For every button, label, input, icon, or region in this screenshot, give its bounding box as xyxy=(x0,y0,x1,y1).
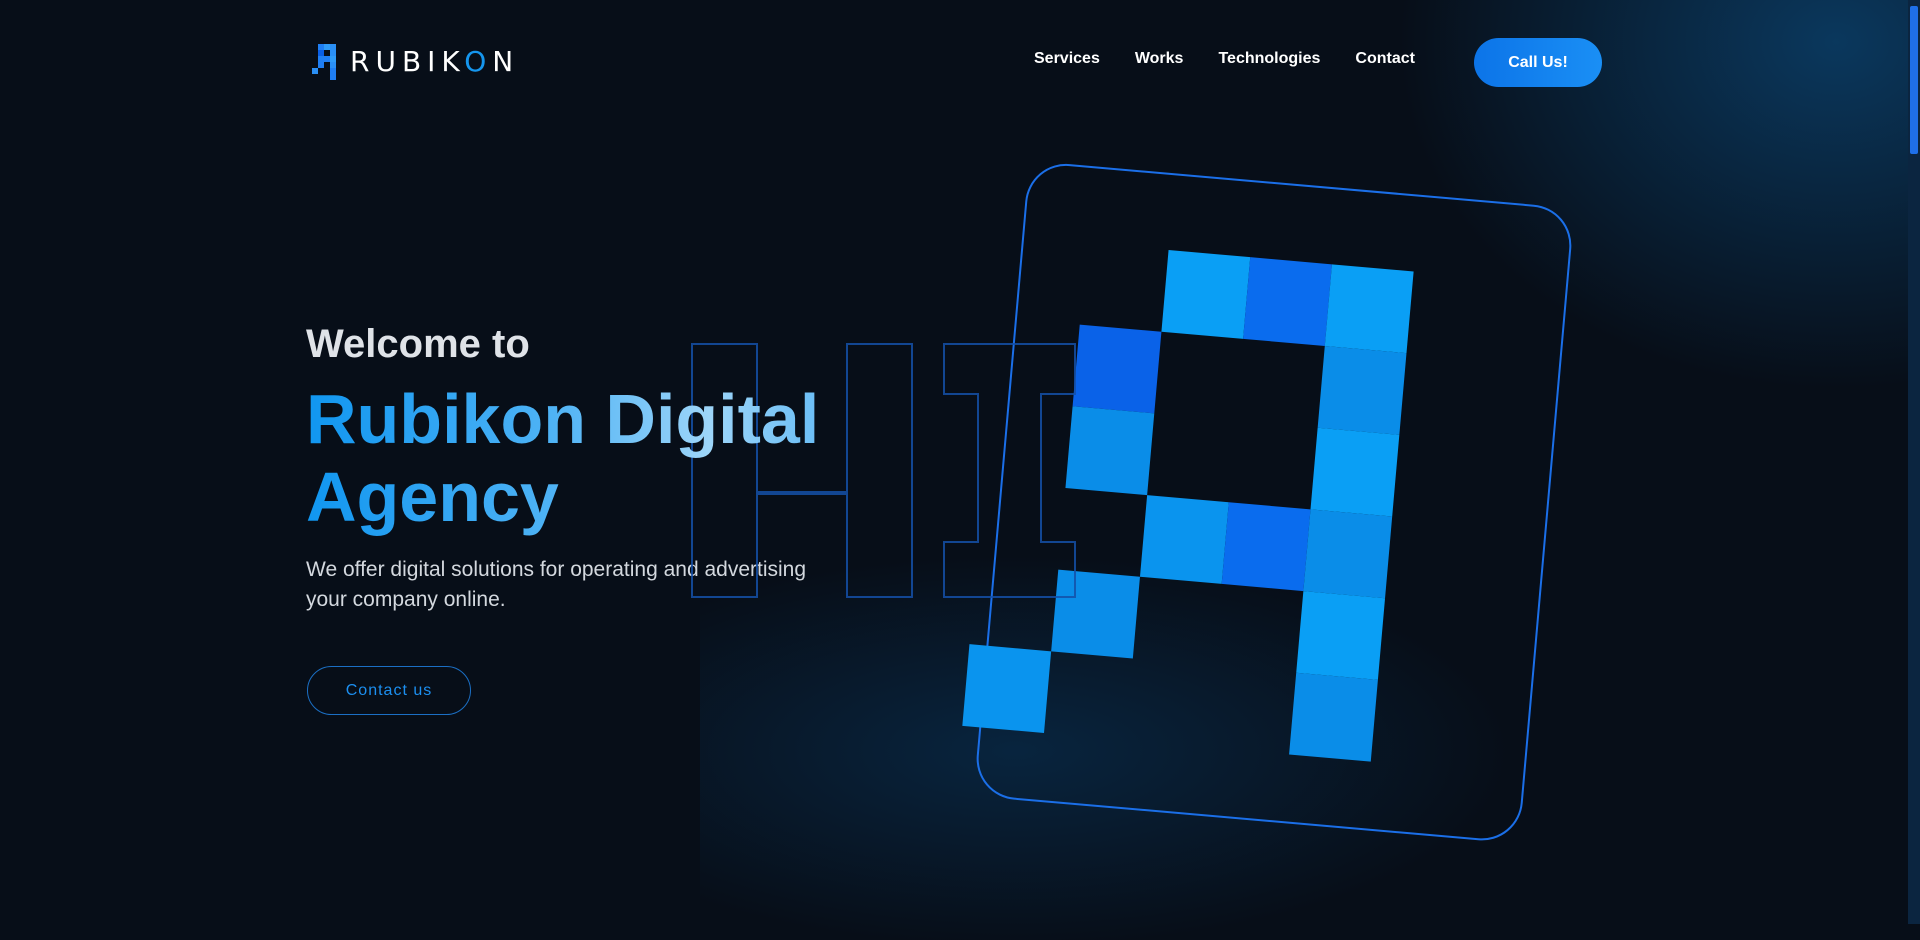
nav-services[interactable]: Services xyxy=(1034,50,1100,68)
main-nav: Services Works Technologies Contact xyxy=(1034,50,1415,68)
hero-title: Rubikon Digital Agency xyxy=(306,380,926,536)
hero-title-line1: Rubikon Digital xyxy=(306,380,820,458)
logo[interactable]: RUBIKON xyxy=(312,42,519,80)
welcome-heading: Welcome to xyxy=(306,322,530,366)
outline-letter-i xyxy=(943,343,1076,598)
scrollbar-thumb[interactable] xyxy=(1910,6,1918,154)
nav-technologies[interactable]: Technologies xyxy=(1218,50,1320,68)
site-header: RUBIKON Services Works Technologies Cont… xyxy=(0,0,1908,124)
hero-title-line2: Agency xyxy=(306,458,559,536)
contact-us-button[interactable]: Contact us xyxy=(307,666,471,715)
rubikon-pixel-logo-icon xyxy=(312,42,342,80)
nav-contact[interactable]: Contact xyxy=(1355,50,1415,68)
hero-subtitle-line2: your company online. xyxy=(306,588,506,611)
page-scrollbar[interactable] xyxy=(1908,0,1920,924)
nav-works[interactable]: Works xyxy=(1135,50,1184,68)
logo-text: RUBIKON xyxy=(350,44,520,78)
call-us-button[interactable]: Call Us! xyxy=(1474,38,1602,87)
